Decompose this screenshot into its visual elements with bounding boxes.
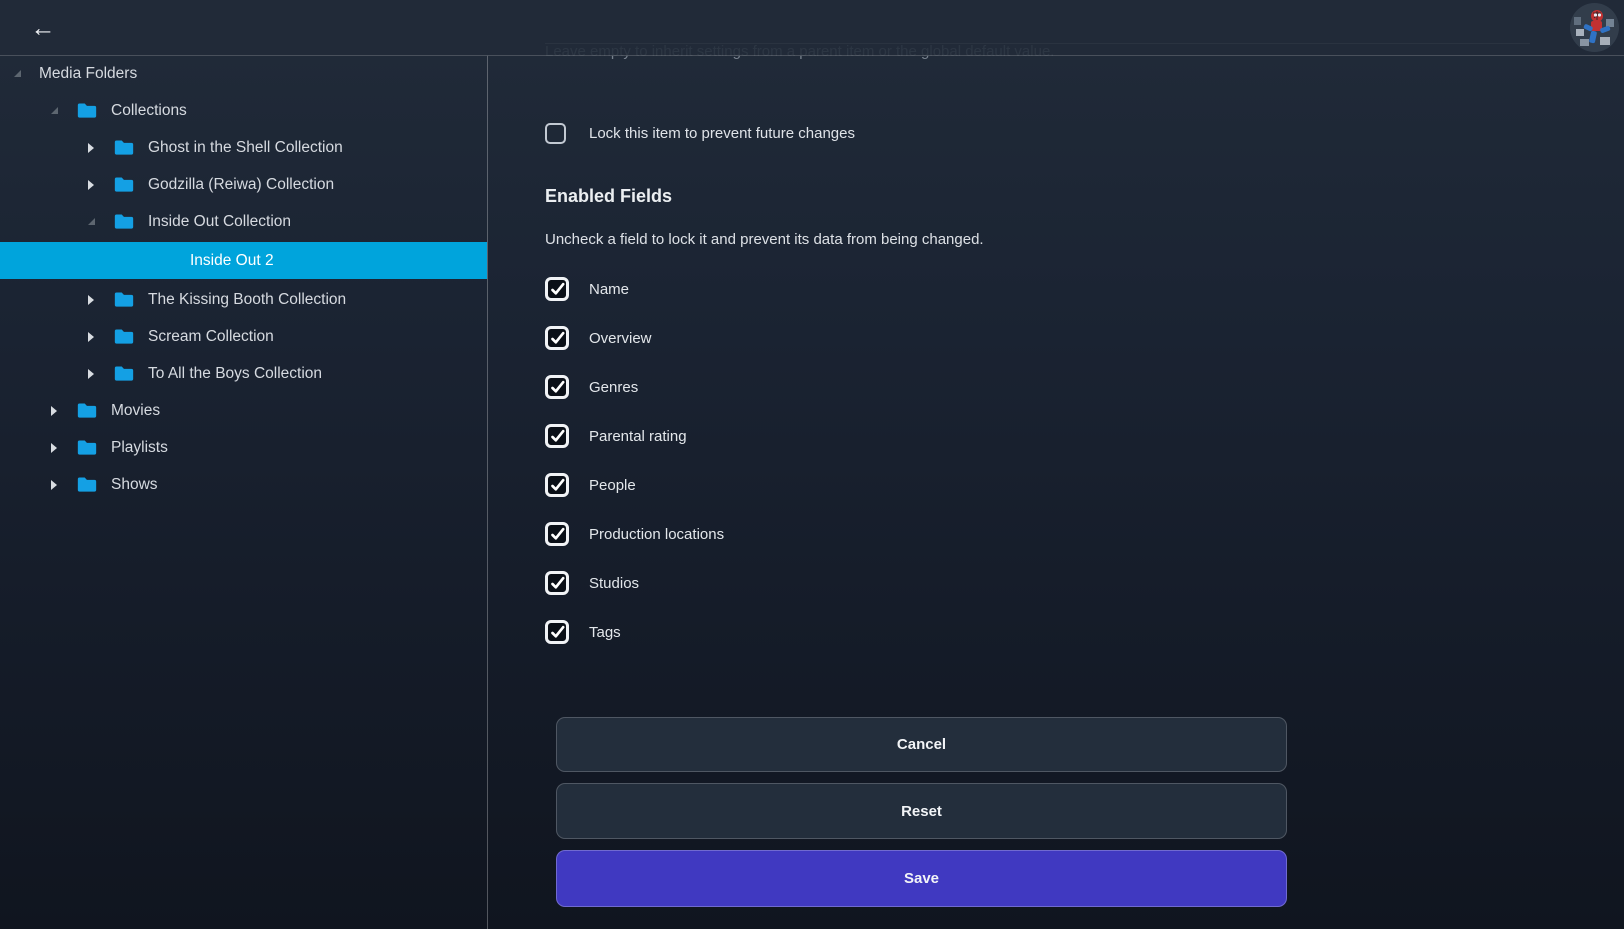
folder-icon [113,175,135,194]
reset-button[interactable]: Reset [556,783,1287,839]
app-header: ← [0,0,1624,56]
expander-collapsed-icon[interactable] [84,367,98,381]
checkbox-checked-icon[interactable] [545,375,569,399]
tree-indent [0,147,84,148]
field-label: Studios [589,575,639,592]
lock-item-row[interactable]: Lock this item to prevent future changes [545,118,1287,148]
tree-item-ghost-in-the-shell-collection[interactable]: Ghost in the Shell Collection [0,129,487,166]
tree-item-the-kissing-booth-collection[interactable]: The Kissing Booth Collection [0,281,487,318]
expander-collapsed-icon[interactable] [47,441,61,455]
field-label: Overview [589,330,652,347]
field-row-studios[interactable]: Studios [545,571,1287,595]
tree-indent [0,110,47,111]
tree-indent [0,410,47,411]
expander-collapsed-icon[interactable] [84,330,98,344]
tree-indent [0,484,47,485]
enabled-fields-description: Uncheck a field to lock it and prevent i… [545,228,1287,251]
tree-indent [0,73,10,74]
field-label: Name [589,281,629,298]
metadata-form: Leave empty to inherit settings from a p… [545,0,1287,907]
tree-item-scream-collection[interactable]: Scream Collection [0,318,487,355]
tree-item-collections[interactable]: Collections [0,92,487,129]
field-label: Tags [589,624,621,641]
lock-item-label: Lock this item to prevent future changes [589,125,855,142]
cancel-button[interactable]: Cancel [556,717,1287,772]
back-arrow-icon: ← [31,14,56,42]
tree-item-label: Playlists [111,439,168,457]
tree-indent [0,221,84,222]
field-label: People [589,477,636,494]
checkbox-checked-icon[interactable] [545,522,569,546]
expander-collapsed-icon[interactable] [84,141,98,155]
folder-icon [113,212,135,231]
tree-item-label: Movies [111,402,160,420]
tree-item-label: Godzilla (Reiwa) Collection [148,176,334,194]
tree-item-movies[interactable]: Movies [0,392,487,429]
expander-placeholder [126,254,140,268]
field-label: Production locations [589,526,724,543]
expander-collapsed-icon[interactable] [84,178,98,192]
tree-item-godzilla-reiwa-collection[interactable]: Godzilla (Reiwa) Collection [0,166,487,203]
field-row-name[interactable]: Name [545,277,1287,301]
media-folders-tree: Media Folders Collections Ghost in the She… [0,55,488,929]
tree-item-label: Scream Collection [148,328,274,346]
checkbox-checked-icon[interactable] [545,571,569,595]
save-button[interactable]: Save [556,850,1287,907]
tree-indent [0,184,84,185]
field-row-parental-rating[interactable]: Parental rating [545,424,1287,448]
avatar-image [1570,3,1619,52]
tree-item-to-all-the-boys-collection[interactable]: To All the Boys Collection [0,355,487,392]
tree-item-label: The Kissing Booth Collection [148,291,346,309]
tree-item-label: Collections [111,102,187,120]
checkbox-checked-icon[interactable] [545,277,569,301]
tree-item-inside-out-collection[interactable]: Inside Out Collection [0,203,487,240]
tree-item-label: Inside Out 2 [190,252,274,270]
field-row-people[interactable]: People [545,473,1287,497]
field-row-production-locations[interactable]: Production locations [545,522,1287,546]
field-row-overview[interactable]: Overview [545,326,1287,350]
tree-item-label: Shows [111,476,158,494]
folder-icon [113,138,135,157]
tree-item-label: To All the Boys Collection [148,365,322,383]
folder-icon [76,438,98,457]
checkbox-checked-icon[interactable] [545,424,569,448]
expander-collapsed-icon[interactable] [47,404,61,418]
folder-icon [113,364,135,383]
expander-expanded-icon[interactable] [84,215,98,229]
checkbox-checked-icon[interactable] [545,473,569,497]
tree-item-inside-out-2[interactable]: Inside Out 2 [0,240,487,281]
tree-indent [0,336,84,337]
checkbox-unchecked-icon[interactable] [545,123,566,144]
tree-item-media-folders[interactable]: Media Folders [0,55,487,92]
field-row-tags[interactable]: Tags [545,620,1287,644]
tree-indent [0,299,84,300]
tree-item-label: Ghost in the Shell Collection [148,139,343,157]
folder-icon [76,475,98,494]
expander-collapsed-icon[interactable] [84,293,98,307]
tree-indent [0,447,47,448]
expander-expanded-icon[interactable] [47,104,61,118]
tree-indent [0,373,84,374]
back-button[interactable]: ← [26,11,60,45]
enabled-fields-title: Enabled Fields [545,184,1287,209]
tree-item-label: Media Folders [39,65,137,83]
metadata-editor-panel: Leave empty to inherit settings from a p… [488,0,1624,929]
folder-icon [113,290,135,309]
tree-item-playlists[interactable]: Playlists [0,429,487,466]
tree-item-label: Inside Out Collection [148,213,291,231]
folder-icon [76,101,98,120]
tree-indent [0,260,126,261]
field-label: Genres [589,379,638,396]
checkbox-checked-icon[interactable] [545,326,569,350]
checkbox-checked-icon[interactable] [545,620,569,644]
field-row-genres[interactable]: Genres [545,375,1287,399]
tree-item-shows[interactable]: Shows [0,466,487,503]
enabled-fields-list: Name Overview Genres Parental rating People P… [545,277,1287,644]
field-label: Parental rating [589,428,687,445]
expander-collapsed-icon[interactable] [47,478,61,492]
user-avatar[interactable] [1570,3,1619,52]
expander-expanded-icon[interactable] [10,67,24,81]
folder-icon [113,327,135,346]
folder-icon [76,401,98,420]
